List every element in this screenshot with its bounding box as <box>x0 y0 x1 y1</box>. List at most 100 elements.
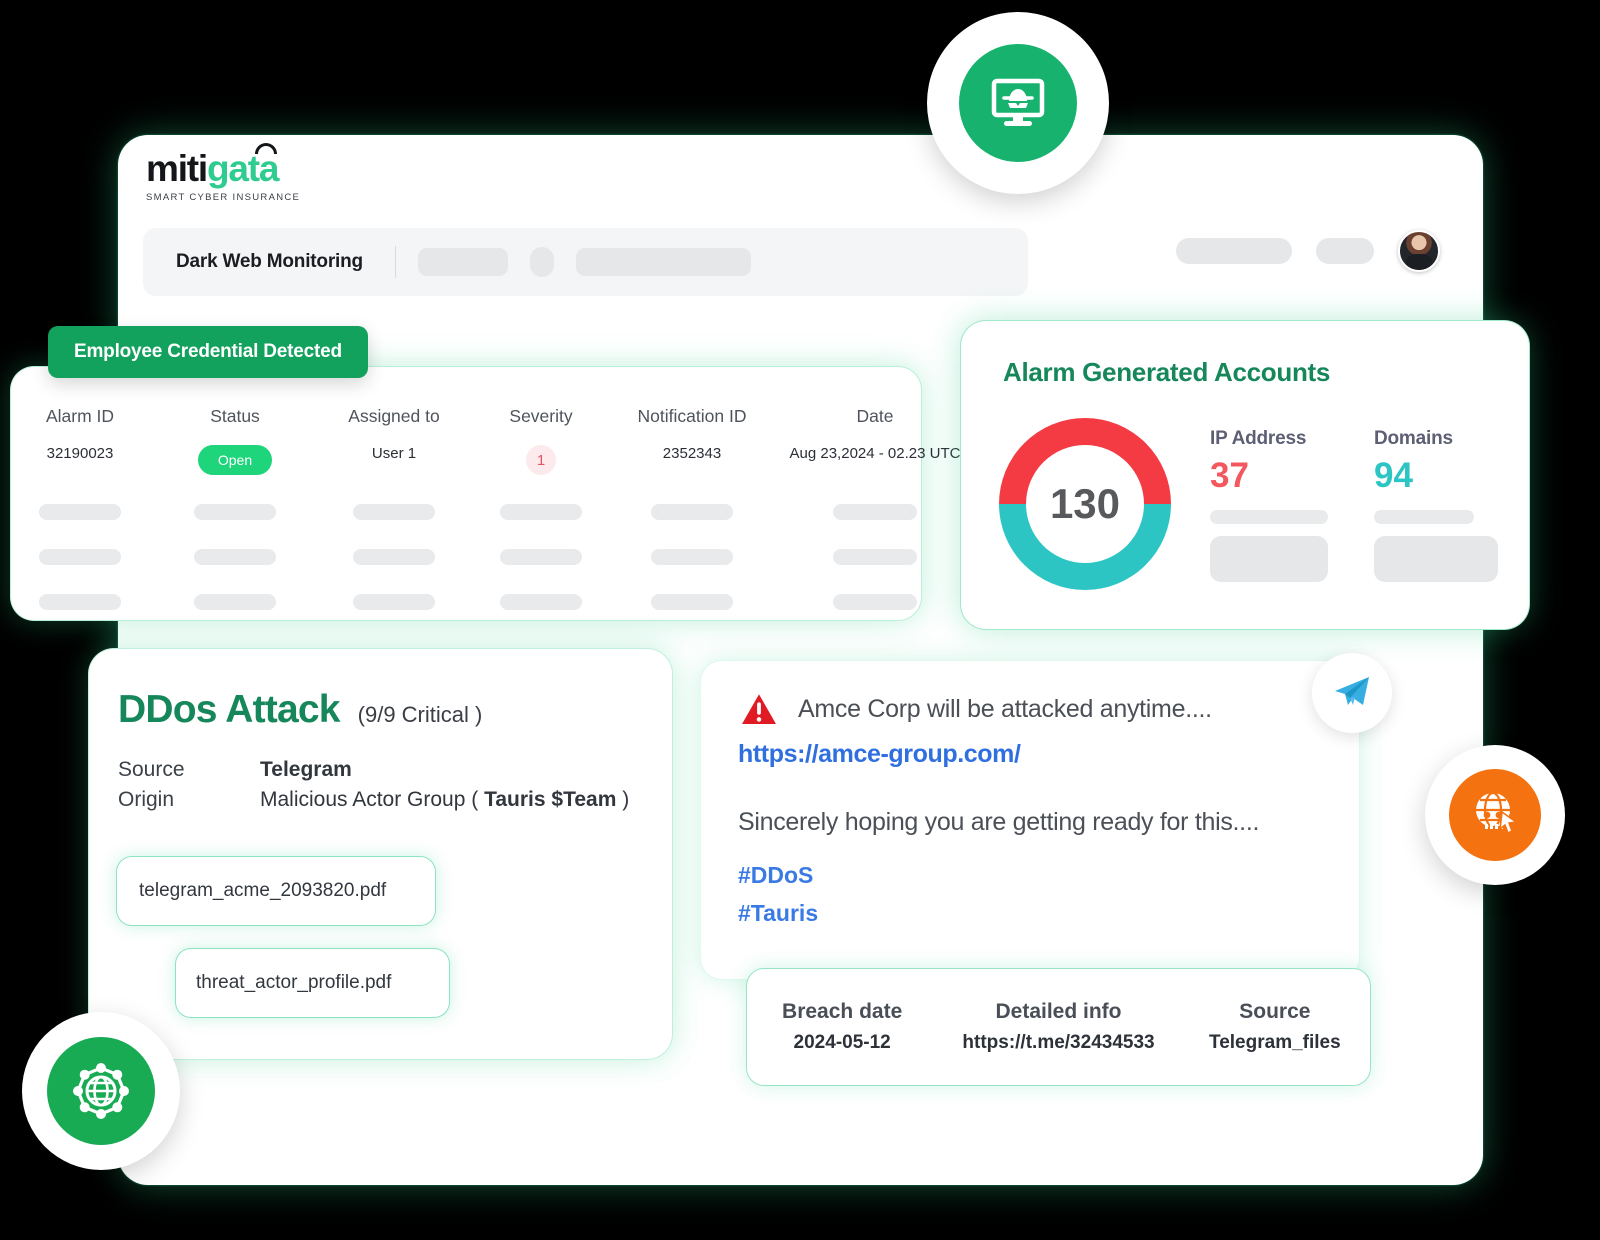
column-header-alarm-id: Alarm ID <box>45 406 115 426</box>
logo-text-miti: miti <box>146 148 208 189</box>
breach-column-header-detailed-info: Detailed info <box>995 1000 1122 1023</box>
skeleton-bar <box>39 504 121 520</box>
header-placeholder-dot[interactable] <box>530 247 555 277</box>
skeleton-cell <box>310 549 478 565</box>
ddos-title: DDos Attack <box>118 688 340 731</box>
origin-prefix: Malicious Actor Group ( <box>260 788 485 811</box>
origin-suffix: ) <box>616 788 630 811</box>
file-chip-telegram-acme[interactable]: telegram_acme_2093820.pdf <box>116 856 436 926</box>
skeleton-cell <box>0 504 160 520</box>
header-placeholder-pill-2[interactable] <box>576 248 752 276</box>
message-warning-line: Amce Corp will be attacked anytime.... <box>738 690 1212 728</box>
column-header-status: Status <box>210 406 260 426</box>
ddos-source-row: Source Telegram <box>118 758 629 782</box>
network-globe-icon <box>47 1037 155 1145</box>
skeleton-bar <box>500 594 582 610</box>
skeleton-bar <box>651 504 733 520</box>
telegram-badge[interactable] <box>1312 653 1392 733</box>
donut-total-value: 130 <box>1049 480 1121 527</box>
cell-notification-id: 2352343 <box>662 445 722 462</box>
header-right-controls <box>1176 230 1440 272</box>
skeleton-cell <box>780 504 970 520</box>
skeleton-cell <box>310 594 478 610</box>
status-pill-open: Open <box>197 445 273 475</box>
table-row <box>0 549 917 565</box>
status-badge: Employee Credential Detected <box>48 326 368 378</box>
message-link[interactable]: https://amce-group.com/ <box>738 740 1021 769</box>
skeleton-bar <box>194 549 276 565</box>
skeleton-bar <box>833 594 917 610</box>
logo-text-gata: gata <box>206 148 279 189</box>
skeleton-cell <box>478 549 604 565</box>
telegram-icon <box>1335 677 1369 705</box>
cell-date: Aug 23,2024 - 02.23 UTC <box>789 445 961 462</box>
stat-value-ip-address: 37 <box>1210 456 1249 495</box>
skeleton-bar <box>39 549 121 565</box>
table-header-row: Alarm ID Status Assigned to Severity Not… <box>0 406 912 445</box>
ddos-origin-row: Origin Malicious Actor Group ( Tauris $T… <box>118 788 629 812</box>
header-search-bar[interactable]: Dark Web Monitoring <box>143 228 1028 296</box>
stat-domains: Domains 94 <box>1374 428 1498 582</box>
page-title: Dark Web Monitoring <box>176 251 363 272</box>
skeleton-bar <box>194 594 276 610</box>
ddos-meta: Source Telegram Origin Malicious Actor G… <box>118 758 629 818</box>
skeleton-bar <box>651 594 733 610</box>
skeleton-bar <box>194 504 276 520</box>
skeleton-bar <box>833 504 917 520</box>
skeleton-cell <box>0 594 160 610</box>
column-header-notification-id: Notification ID <box>637 406 747 426</box>
skeleton-bar <box>353 594 435 610</box>
breach-column-header-date: Breach date <box>782 1000 903 1023</box>
header-action-placeholder-2[interactable] <box>1316 238 1374 264</box>
ddos-origin-label: Origin <box>118 788 175 811</box>
ddos-source-value: Telegram <box>260 758 352 781</box>
skeleton-cell <box>780 549 970 565</box>
monitor-spy-badge <box>927 12 1109 194</box>
cell-status: Open <box>160 445 310 475</box>
screenshot-root: mitigata SMART CYBER INSURANCE Dark Web … <box>0 0 1600 1240</box>
severity-badge: 1 <box>526 445 556 475</box>
network-globe-badge <box>22 1012 180 1170</box>
stat-placeholder-box <box>1374 536 1498 582</box>
ddos-title-group: DDos Attack (9/9 Critical ) <box>118 688 482 732</box>
stat-placeholder-box <box>1210 536 1328 582</box>
ddos-origin-value: Malicious Actor Group ( Tauris $Team ) <box>260 788 629 812</box>
header-action-placeholder-1[interactable] <box>1176 238 1292 264</box>
breach-cell-date: 2024-05-12 <box>793 1032 891 1053</box>
skeleton-cell <box>604 549 780 565</box>
globe-cursor-attack-icon <box>1449 769 1541 861</box>
table-row <box>0 504 917 520</box>
header-placeholder-pill-1[interactable] <box>418 248 509 276</box>
breach-cell-detailed-info[interactable]: https://t.me/32434533 <box>938 1032 1178 1054</box>
message-hashtag-tauris[interactable]: #Tauris <box>738 900 818 927</box>
skeleton-bar <box>39 594 121 610</box>
stat-ip-address: IP Address 37 <box>1210 428 1328 582</box>
table-row <box>0 594 917 610</box>
logo-tagline: SMART CYBER INSURANCE <box>146 192 301 203</box>
skeleton-bar <box>353 549 435 565</box>
skeleton-bar <box>651 549 733 565</box>
skeleton-cell <box>478 594 604 610</box>
origin-actor: Tauris $Team <box>484 788 617 811</box>
file-chip-threat-actor-profile[interactable]: threat_actor_profile.pdf <box>175 948 450 1018</box>
table-row[interactable]: 32190023 Open User 1 1 2352343 Aug 23,20… <box>0 445 960 475</box>
logo-wordmark: mitigata <box>146 143 279 189</box>
skeleton-bar <box>500 504 582 520</box>
alarm-table: Alarm ID Status Assigned to Severity Not… <box>0 406 960 610</box>
cell-assigned-to: User 1 <box>371 445 417 462</box>
monitor-spy-icon <box>959 44 1077 162</box>
stat-placeholder-bar <box>1374 510 1474 524</box>
column-header-date: Date <box>856 406 894 426</box>
stat-label-domains: Domains <box>1374 428 1453 449</box>
stat-value-domains: 94 <box>1374 456 1413 495</box>
skeleton-bar <box>500 549 582 565</box>
skeleton-cell <box>604 594 780 610</box>
avatar[interactable] <box>1398 230 1440 272</box>
breach-cell-source: Telegram_files <box>1209 1032 1341 1053</box>
column-header-assigned-to: Assigned to <box>348 406 440 426</box>
skeleton-bar <box>833 549 917 565</box>
message-hashtag-ddos[interactable]: #DDoS <box>738 862 813 889</box>
skeleton-cell <box>478 504 604 520</box>
brand-logo[interactable]: mitigata SMART CYBER INSURANCE <box>146 143 376 203</box>
skeleton-cell <box>160 549 310 565</box>
